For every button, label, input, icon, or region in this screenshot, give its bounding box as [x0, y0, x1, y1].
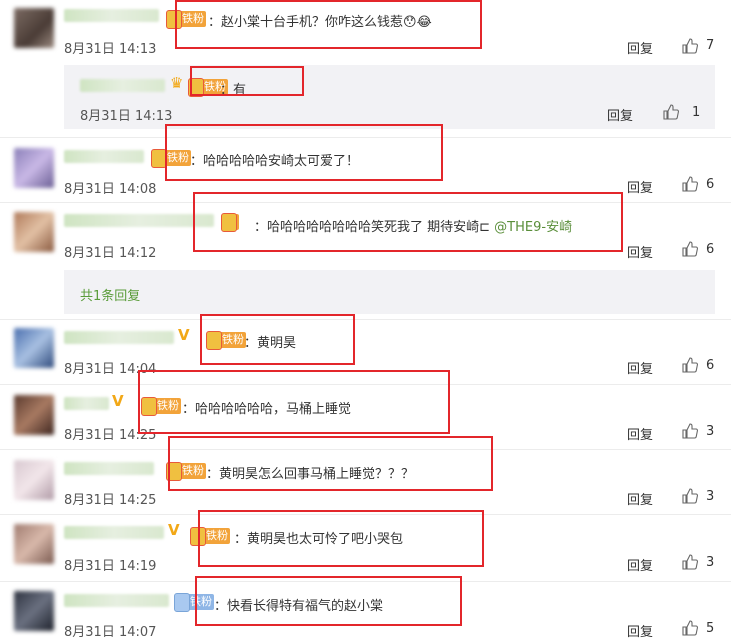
- more-replies-link[interactable]: 共1条回复: [80, 285, 140, 304]
- highlight-box: [165, 124, 443, 181]
- v-badge-icon: V: [112, 392, 124, 410]
- thumbs-up-icon[interactable]: [682, 620, 698, 636]
- highlight-box: [193, 192, 623, 252]
- highlight-box: [198, 510, 484, 567]
- comment-date: 8月31日 14:13: [80, 109, 173, 124]
- username[interactable]: [80, 79, 165, 92]
- like-count: 3: [706, 424, 715, 439]
- comment-date: 8月31日 14:12: [64, 246, 157, 261]
- reply-button[interactable]: 回复: [627, 555, 653, 574]
- like-count: 5: [706, 621, 715, 636]
- thumbs-up-icon[interactable]: [682, 357, 698, 373]
- avatar[interactable]: [14, 591, 54, 631]
- highlight-box: [190, 66, 304, 96]
- like-count: 3: [706, 555, 715, 570]
- username[interactable]: [64, 9, 159, 22]
- reply-button[interactable]: 回复: [627, 177, 653, 196]
- like-count: 6: [706, 358, 715, 373]
- thumbs-up-icon[interactable]: [663, 104, 679, 120]
- reply-button[interactable]: 回复: [627, 38, 653, 57]
- highlight-box: [195, 576, 462, 626]
- avatar[interactable]: [14, 395, 54, 435]
- reply-button[interactable]: 回复: [627, 242, 653, 261]
- highlight-box: [200, 314, 355, 365]
- avatar[interactable]: [14, 8, 54, 48]
- reply-button[interactable]: 回复: [627, 489, 653, 508]
- thumbs-up-icon[interactable]: [682, 488, 698, 504]
- comment-date: 8月31日 14:19: [64, 559, 157, 574]
- username[interactable]: [64, 150, 144, 163]
- thumbs-up-icon[interactable]: [682, 38, 698, 54]
- like-count: 6: [706, 177, 715, 192]
- thumbs-up-icon[interactable]: [682, 176, 698, 192]
- username[interactable]: [64, 331, 174, 344]
- thumbs-up-icon[interactable]: [682, 423, 698, 439]
- thumbs-up-icon[interactable]: [682, 241, 698, 257]
- highlight-box: [138, 370, 450, 434]
- reply-button[interactable]: 回复: [627, 621, 653, 640]
- avatar[interactable]: [14, 460, 54, 500]
- avatar[interactable]: [14, 148, 54, 188]
- like-count: 6: [706, 242, 715, 257]
- like-count: 7: [706, 38, 715, 53]
- avatar[interactable]: [14, 212, 54, 252]
- v-badge-icon: V: [178, 326, 190, 344]
- comment-date: 8月31日 14:25: [64, 493, 157, 508]
- username[interactable]: [64, 214, 214, 227]
- username[interactable]: [64, 594, 169, 607]
- reply-button[interactable]: 回复: [627, 358, 653, 377]
- comment-date: 8月31日 14:08: [64, 182, 157, 197]
- highlight-box: [175, 0, 482, 49]
- divider: [0, 319, 731, 320]
- username[interactable]: [64, 462, 154, 475]
- username[interactable]: [64, 397, 109, 410]
- avatar[interactable]: [14, 328, 54, 368]
- reply-button[interactable]: 回复: [607, 105, 633, 124]
- highlight-box: [168, 436, 493, 491]
- v-badge-icon: ♛: [170, 74, 184, 92]
- avatar[interactable]: [14, 524, 54, 564]
- comment-date: 8月31日 14:07: [64, 625, 157, 640]
- v-badge-icon: V: [168, 521, 180, 539]
- username[interactable]: [64, 526, 164, 539]
- thumbs-up-icon[interactable]: [682, 554, 698, 570]
- reply-button[interactable]: 回复: [627, 424, 653, 443]
- like-count: 1: [692, 105, 701, 120]
- more-replies-bar[interactable]: [64, 270, 715, 314]
- comment-date: 8月31日 14:13: [64, 42, 157, 57]
- like-count: 3: [706, 489, 715, 504]
